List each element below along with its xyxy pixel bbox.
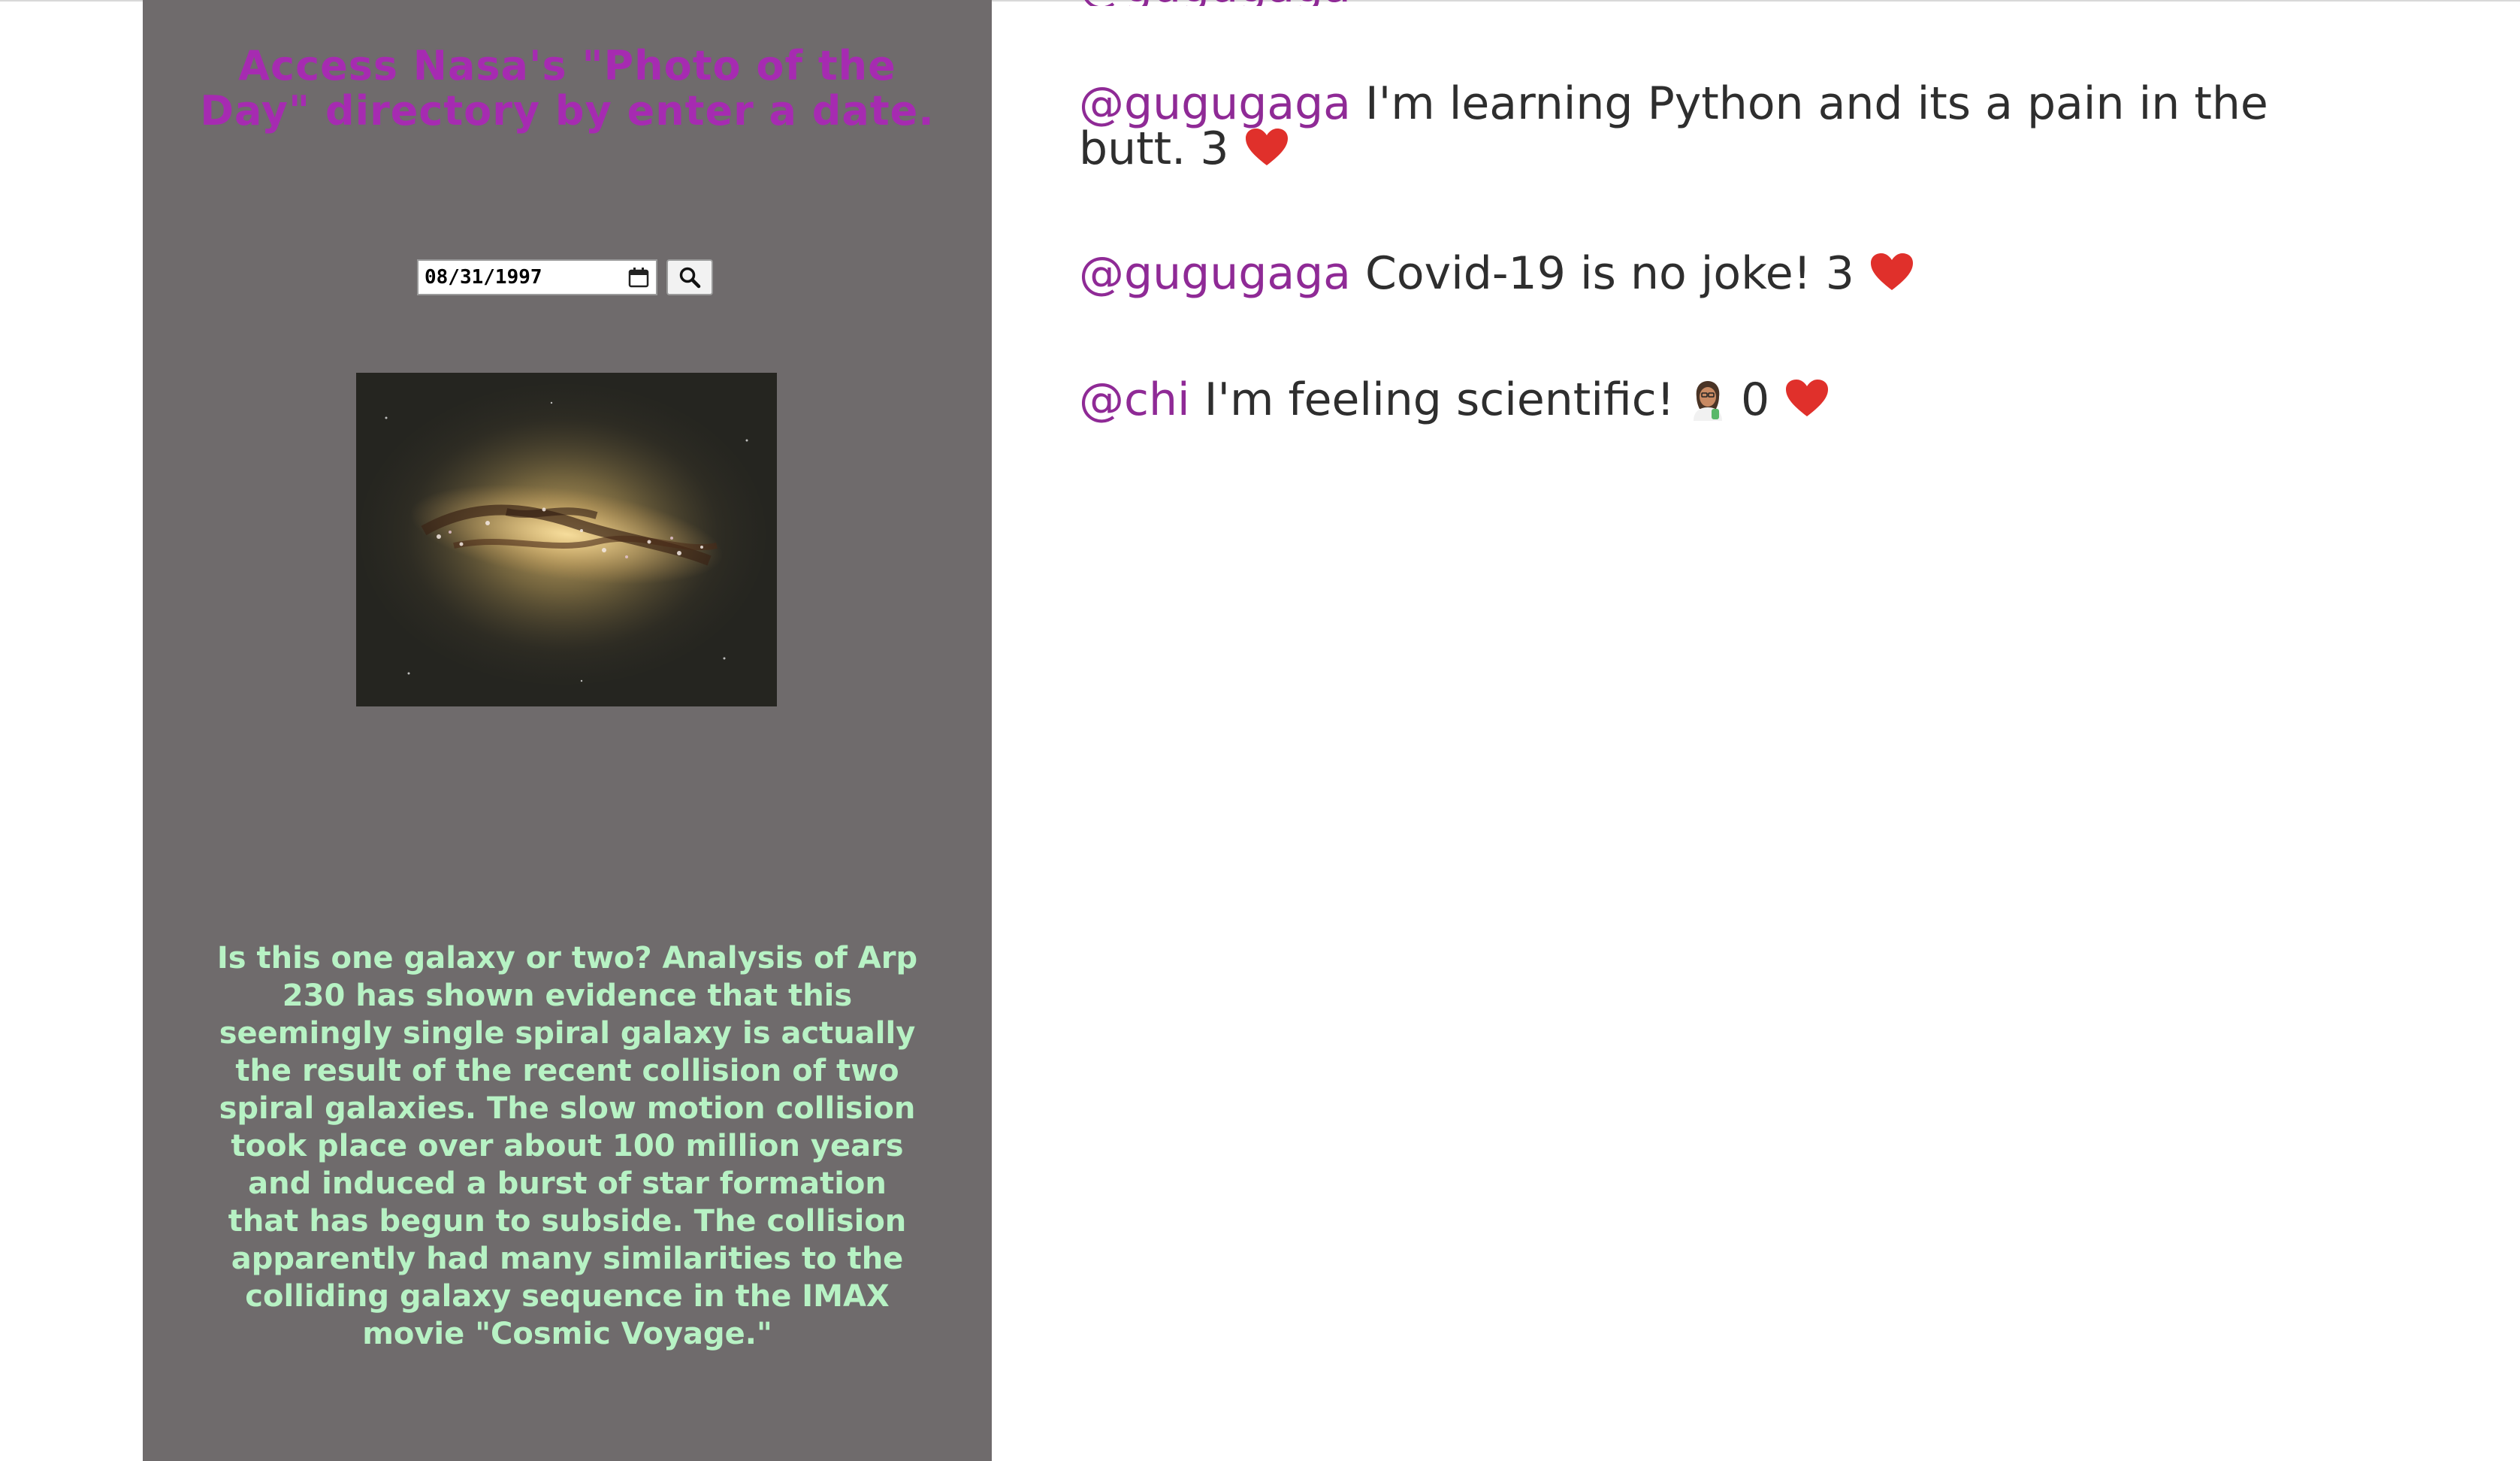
date-input[interactable]: 08/31/1997 [417, 259, 657, 295]
heart-icon[interactable] [1784, 377, 1830, 419]
calendar-icon[interactable] [627, 266, 650, 289]
like-count: 0 [1741, 374, 1770, 426]
apod-galaxy-image [356, 373, 777, 706]
search-button[interactable] [666, 259, 713, 295]
partial-post: @gugugaga [1079, 0, 2356, 6]
post-text: Covid-19 is no joke! [1365, 247, 1811, 300]
post-handle[interactable]: @gugugaga [1079, 0, 1351, 6]
post-text: I'm feeling scientific! [1204, 374, 1675, 426]
post-item: @gugugaga I'm learning Python and its a … [1079, 81, 2356, 171]
post-item: @chi I'm feeling scientific! 0 [1079, 377, 2356, 422]
date-input-value: 08/31/1997 [425, 266, 542, 289]
scientist-icon [1693, 381, 1722, 421]
nasa-panel-title: Access Nasa's "Photo of the Day" directo… [200, 42, 935, 135]
nasa-apod-panel: Access Nasa's "Photo of the Day" directo… [143, 0, 992, 1461]
search-icon [679, 267, 701, 289]
heart-icon[interactable] [1869, 251, 1915, 293]
like-count: 3 [1825, 247, 1854, 300]
heart-icon[interactable] [1243, 126, 1290, 168]
post-item: @gugugaga Covid-19 is no joke! 3 [1079, 251, 2356, 296]
post-handle[interactable]: @gugugaga [1079, 247, 1351, 300]
like-count: 3 [1200, 123, 1229, 175]
date-search-form: 08/31/1997 [417, 259, 713, 295]
post-handle[interactable]: @chi [1079, 374, 1190, 426]
apod-description: Is this one galaxy or two? Analysis of A… [216, 941, 918, 1351]
